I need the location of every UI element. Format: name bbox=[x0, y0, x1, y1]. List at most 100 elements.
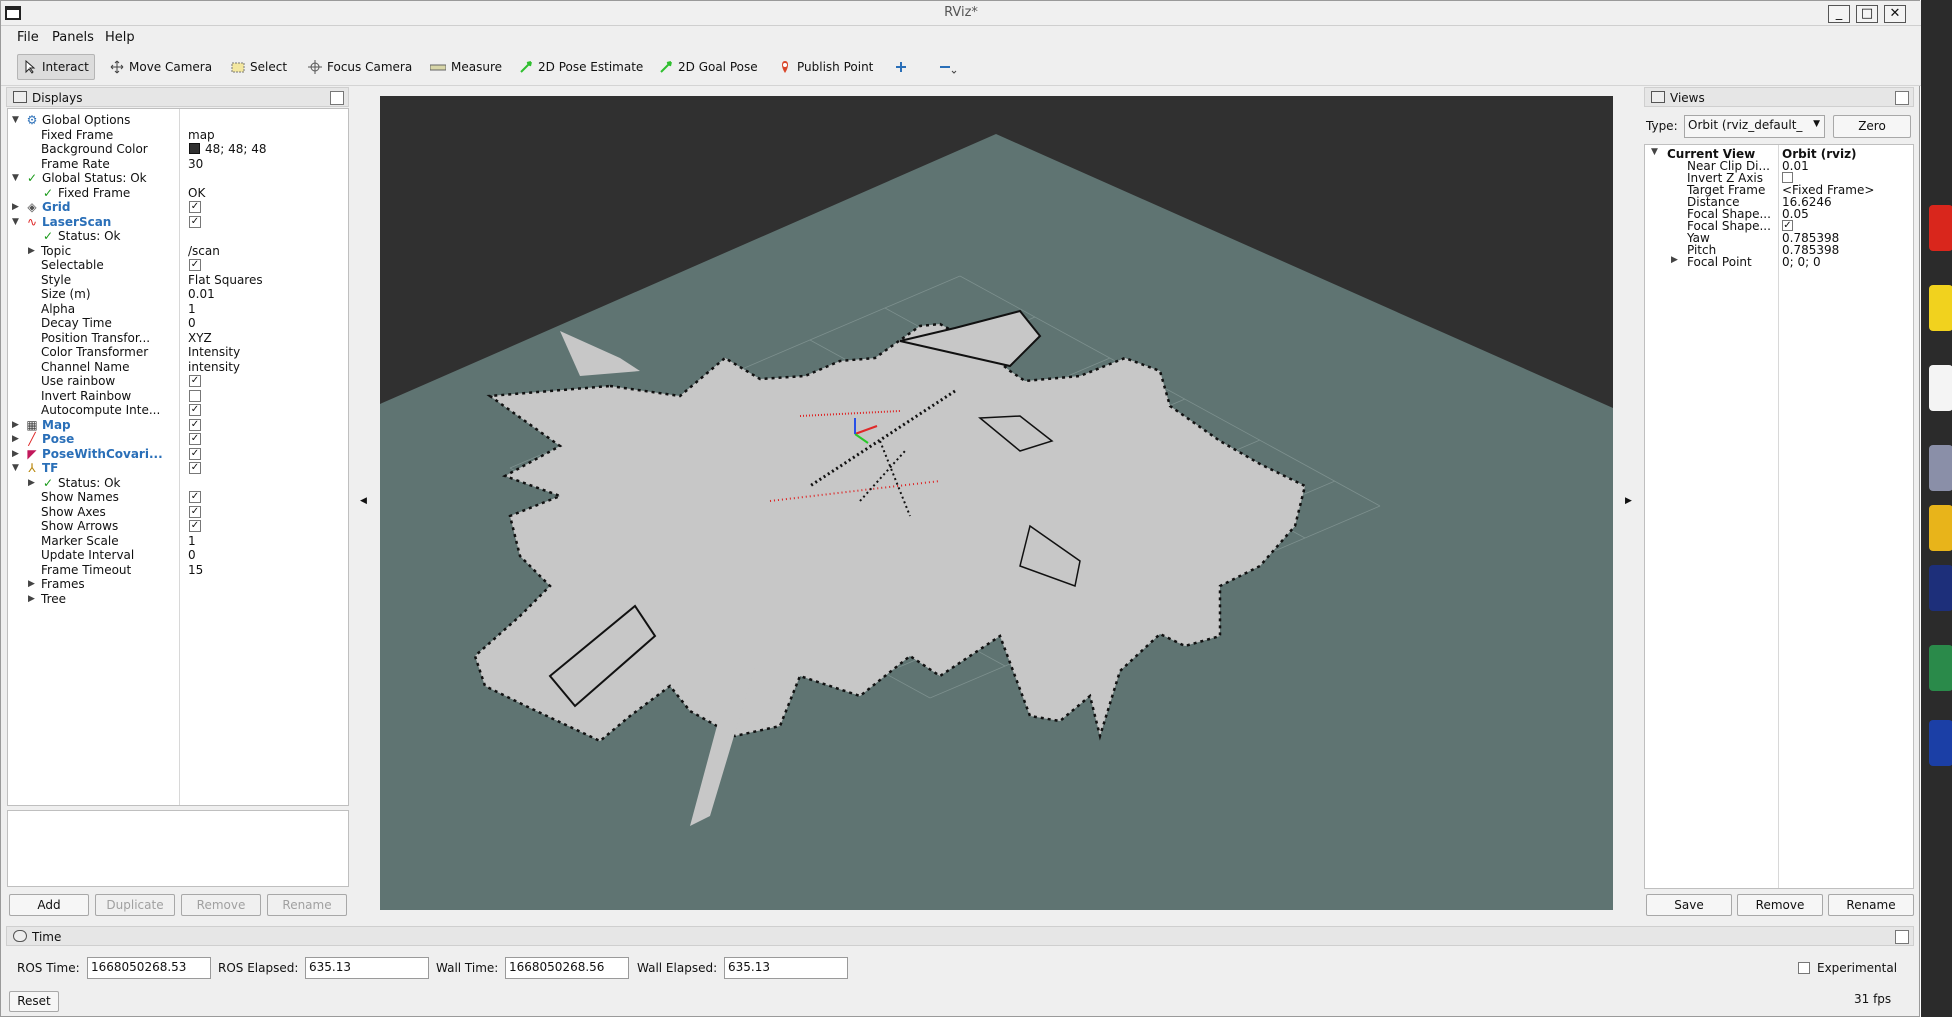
display-row-checkbox[interactable]: ✓ bbox=[189, 505, 201, 518]
reset-button[interactable]: Reset bbox=[9, 991, 59, 1012]
displays-undock-button[interactable] bbox=[330, 91, 344, 105]
display-row-checkbox[interactable]: ✓ bbox=[189, 404, 201, 416]
save-view-button[interactable]: Save bbox=[1646, 894, 1732, 916]
display-row-checkbox[interactable]: ✓ bbox=[189, 418, 201, 431]
view-row-name: Focal Point bbox=[1687, 255, 1752, 269]
cursor-icon bbox=[23, 59, 37, 74]
duplicate-display-button[interactable]: Duplicate bbox=[95, 894, 175, 916]
add-display-button[interactable]: Add bbox=[9, 894, 89, 916]
display-row-checkbox[interactable]: ✓ bbox=[189, 520, 201, 532]
expand-down-icon[interactable]: ▼ bbox=[12, 217, 19, 227]
remove-tool-button[interactable] bbox=[933, 54, 963, 80]
menu-panels[interactable]: Panels bbox=[52, 30, 94, 45]
rename-view-button[interactable]: Rename bbox=[1828, 894, 1914, 916]
rename-display-button[interactable]: Rename bbox=[267, 894, 347, 916]
view-row[interactable]: Target Frame <Fixed Frame> bbox=[1645, 183, 1913, 197]
view-row[interactable]: Focal Shape... ✓ bbox=[1645, 219, 1913, 233]
expand-right-icon[interactable]: ▶ bbox=[12, 449, 19, 459]
tool-interact[interactable]: Interact bbox=[17, 54, 95, 80]
arrow-green-icon bbox=[659, 60, 673, 74]
display-row[interactable]: ▶ Tree bbox=[8, 590, 348, 608]
views-tree[interactable]: ▼ Current View Orbit (rviz) Near Clip Di...… bbox=[1644, 144, 1914, 889]
view-type-select[interactable]: Orbit (rviz_default_ ▼ bbox=[1684, 115, 1825, 138]
display-row-checkbox[interactable]: ✓ bbox=[189, 375, 201, 387]
time-undock-button[interactable] bbox=[1895, 930, 1909, 944]
view-row[interactable]: ▼ Current View Orbit (rviz) bbox=[1645, 147, 1913, 161]
view-row-checkbox[interactable]: ✓ bbox=[1782, 220, 1793, 231]
desktop-dock bbox=[1921, 0, 1952, 1017]
tool-select[interactable]: Select bbox=[226, 54, 292, 80]
dock-app-icon[interactable] bbox=[1929, 285, 1952, 331]
view-row[interactable]: Pitch 0.785398 bbox=[1645, 243, 1913, 257]
expand-down-icon[interactable]: ▼ bbox=[12, 463, 19, 473]
view-row[interactable]: ▶ Focal Point 0; 0; 0 bbox=[1645, 255, 1913, 269]
wall-time-field[interactable]: 1668050268.56 bbox=[505, 957, 629, 979]
tool-focus-camera[interactable]: Focus Camera bbox=[303, 54, 417, 80]
menu-file[interactable]: File bbox=[17, 30, 39, 45]
view-row[interactable]: Invert Z Axis bbox=[1645, 171, 1913, 185]
remove-display-button[interactable]: Remove bbox=[181, 894, 261, 916]
expand-down-icon[interactable]: ▼ bbox=[12, 115, 19, 125]
view-row[interactable]: Distance 16.6246 bbox=[1645, 195, 1913, 209]
views-undock-button[interactable] bbox=[1895, 91, 1909, 105]
expand-right-icon[interactable]: ▶ bbox=[1671, 255, 1678, 265]
add-tool-button[interactable] bbox=[889, 54, 913, 80]
plus-icon bbox=[894, 60, 908, 74]
displays-header: Displays bbox=[6, 87, 349, 107]
expand-right-icon[interactable]: ▶ bbox=[28, 594, 35, 604]
minimize-button[interactable]: _ bbox=[1828, 5, 1850, 23]
tool-2d-pose-estimate[interactable]: 2D Pose Estimate bbox=[514, 54, 648, 80]
expand-right-icon[interactable]: ▶ bbox=[12, 420, 19, 430]
expand-right-icon[interactable]: ▶ bbox=[28, 246, 35, 256]
displays-tree[interactable]: ▼ ⚙ Global Options Fixed Frame map Background… bbox=[7, 108, 349, 806]
view-row[interactable]: Yaw 0.785398 bbox=[1645, 231, 1913, 245]
zero-view-button[interactable]: Zero bbox=[1833, 115, 1911, 138]
ros-time-field[interactable]: 1668050268.53 bbox=[87, 957, 211, 979]
monitor-icon bbox=[13, 91, 27, 103]
dock-app-icon[interactable] bbox=[1929, 720, 1952, 766]
collapse-left-icon[interactable]: ◀ bbox=[360, 496, 367, 506]
expand-right-icon[interactable]: ▶ bbox=[28, 579, 35, 589]
expand-right-icon[interactable]: ▶ bbox=[28, 478, 35, 488]
ros-elapsed-field[interactable]: 635.13 bbox=[305, 957, 429, 979]
dock-app-icon[interactable] bbox=[1929, 445, 1952, 491]
dock-app-icon[interactable] bbox=[1929, 365, 1952, 411]
dock-app-icon[interactable] bbox=[1929, 205, 1952, 251]
experimental-checkbox[interactable] bbox=[1798, 962, 1810, 974]
tool-label: Measure bbox=[451, 60, 502, 74]
tool-publish-point[interactable]: Publish Point bbox=[773, 54, 878, 80]
view-row[interactable]: Focal Shape... 0.05 bbox=[1645, 207, 1913, 221]
tool-move-camera[interactable]: Move Camera bbox=[105, 54, 217, 80]
display-row-checkbox[interactable]: ✓ bbox=[189, 491, 201, 503]
pin-icon bbox=[778, 60, 792, 74]
display-row-checkbox[interactable]: ✓ bbox=[189, 259, 201, 271]
tool-measure[interactable]: Measure bbox=[425, 54, 507, 80]
collapse-right-icon[interactable]: ▶ bbox=[1625, 496, 1632, 506]
display-row-checkbox[interactable] bbox=[189, 389, 201, 402]
expand-right-icon[interactable]: ▶ bbox=[12, 434, 19, 444]
display-row-checkbox[interactable]: ✓ bbox=[189, 462, 201, 474]
display-row-checkbox[interactable]: ✓ bbox=[189, 433, 201, 445]
maximize-button[interactable]: □ bbox=[1856, 5, 1878, 23]
arrow-green-icon bbox=[519, 60, 533, 74]
display-row-checkbox[interactable]: ✓ bbox=[189, 201, 201, 213]
color-swatch[interactable] bbox=[189, 143, 200, 154]
view-row[interactable]: Near Clip Di... 0.01 bbox=[1645, 159, 1913, 173]
render-viewport[interactable] bbox=[380, 96, 1613, 910]
wall-elapsed-field[interactable]: 635.13 bbox=[724, 957, 848, 979]
dock-app-icon[interactable] bbox=[1929, 645, 1952, 691]
menu-help[interactable]: Help bbox=[105, 30, 135, 45]
expand-down-icon[interactable]: ▼ bbox=[12, 173, 19, 183]
view-row-checkbox[interactable] bbox=[1782, 172, 1793, 183]
scene-svg bbox=[380, 134, 1613, 910]
expand-down-icon[interactable]: ▼ bbox=[1651, 147, 1658, 157]
expand-right-icon[interactable]: ▶ bbox=[12, 202, 19, 212]
dock-app-icon[interactable] bbox=[1929, 565, 1952, 611]
display-row-checkbox[interactable]: ✓ bbox=[189, 215, 201, 228]
tool-label: 2D Goal Pose bbox=[678, 60, 758, 74]
dock-app-icon[interactable] bbox=[1929, 505, 1952, 551]
close-button[interactable]: ✕ bbox=[1884, 5, 1906, 23]
display-row-checkbox[interactable]: ✓ bbox=[189, 447, 201, 460]
tool-2d-goal-pose[interactable]: 2D Goal Pose bbox=[654, 54, 763, 80]
remove-view-button[interactable]: Remove bbox=[1737, 894, 1823, 916]
